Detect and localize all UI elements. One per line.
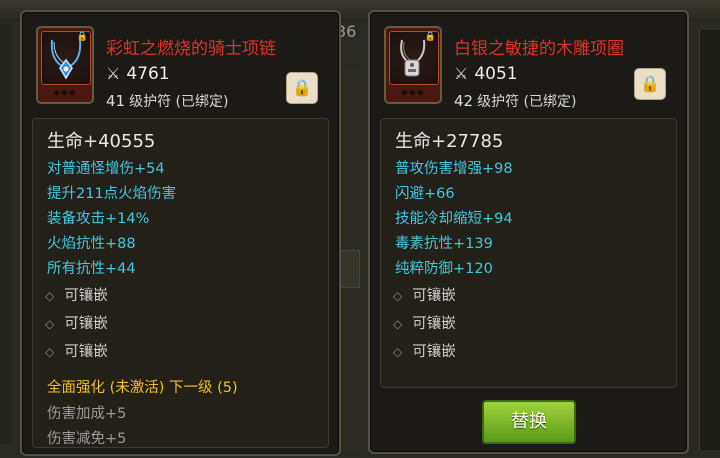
item-level: 42 级护符 (已绑定) xyxy=(454,91,576,111)
empty-socket-icon: ◇ xyxy=(393,345,403,359)
item-power: ⚔ 4051 xyxy=(454,64,518,84)
item-power: ⚔ 4761 xyxy=(106,64,170,84)
socket-label: 可镶嵌 xyxy=(64,344,108,360)
crossed-swords-icon: ⚔ xyxy=(454,64,469,83)
socket-label: 可镶嵌 xyxy=(412,344,456,360)
grade-diamonds: ◆◆◆ xyxy=(401,88,425,98)
attribute-line: 所有抗性+44 xyxy=(47,261,136,277)
stats-box: 生命+40555 对普通怪增伤+54 提升211点火焰伤害 装备攻击+14% 火… xyxy=(32,118,329,448)
lock-button[interactable]: 🔒 xyxy=(634,68,666,100)
empty-socket-icon: ◇ xyxy=(45,345,55,359)
item-name: 彩虹之燃烧的骑士项链 xyxy=(106,39,276,59)
hp-stat: 生命+40555 xyxy=(47,131,156,152)
background-middle-gap xyxy=(338,70,360,450)
socket-slot: ◇ 可镶嵌 xyxy=(393,340,456,361)
item-icon-frame: 🔒 ◆◆◆ xyxy=(384,26,442,104)
item-level: 41 级护符 (已绑定) xyxy=(106,91,228,111)
bound-lock-icon: 🔒 xyxy=(424,32,436,42)
attribute-line: 闪避+66 xyxy=(395,186,455,202)
attribute-line: 装备攻击+14% xyxy=(47,211,150,227)
item-tooltip-compare: 🔒 ◆◆◆ 白银之敏捷的木雕项圈 ⚔ 4051 42 级护符 (已绑定) 🔒 生命+… xyxy=(368,10,689,454)
background-slot xyxy=(340,250,360,288)
level-number: 41 xyxy=(106,92,126,110)
power-value: 4051 xyxy=(474,64,518,84)
padlock-icon: 🔒 xyxy=(292,78,312,97)
item-tooltip-equipped: 🔒 ◆◆◆ 彩虹之燃烧的骑士项链 ⚔ 4761 41 级护符 (已绑定) 🔒 生命+… xyxy=(20,10,341,456)
attribute-line: 普攻伤害增强+98 xyxy=(395,161,513,177)
attribute-line: 技能冷却缩短+94 xyxy=(395,211,513,227)
level-text: 级护符 (已绑定) xyxy=(129,94,229,110)
level-number: 42 xyxy=(454,92,474,110)
attribute-line: 对普通怪增伤+54 xyxy=(47,161,165,177)
bound-lock-icon: 🔒 xyxy=(76,32,88,42)
item-icon-frame: 🔒 ◆◆◆ xyxy=(36,26,94,104)
level-text: 级护符 (已绑定) xyxy=(477,94,577,110)
empty-socket-icon: ◇ xyxy=(393,289,403,303)
item-name: 白银之敏捷的木雕项圈 xyxy=(454,39,624,59)
socket-label: 可镶嵌 xyxy=(64,316,108,332)
attribute-line: 纯粹防御+120 xyxy=(395,261,493,277)
socket-slot: ◇ 可镶嵌 xyxy=(45,284,108,305)
background-left-edge xyxy=(0,24,12,444)
padlock-icon: 🔒 xyxy=(640,74,660,93)
empty-socket-icon: ◇ xyxy=(393,317,403,331)
empty-socket-icon: ◇ xyxy=(45,317,55,331)
empty-socket-icon: ◇ xyxy=(45,289,55,303)
power-value: 4761 xyxy=(126,64,170,84)
set-bonus-line: 伤害加成+5 xyxy=(47,406,127,422)
hp-stat: 生命+27785 xyxy=(395,131,504,152)
socket-slot: ◇ 可镶嵌 xyxy=(45,340,108,361)
stats-box: 生命+27785 普攻伤害增强+98 闪避+66 技能冷却缩短+94 毒素抗性+… xyxy=(380,118,677,388)
set-bonus-header: 全面强化 (未激活) 下一级 (5) xyxy=(47,380,238,396)
replace-button[interactable]: 替换 xyxy=(482,400,576,444)
background-right-edge xyxy=(699,30,720,450)
socket-slot: ◇ 可镶嵌 xyxy=(45,312,108,333)
attribute-line: 提升211点火焰伤害 xyxy=(47,186,177,202)
socket-slot: ◇ 可镶嵌 xyxy=(393,284,456,305)
socket-label: 可镶嵌 xyxy=(412,288,456,304)
socket-label: 可镶嵌 xyxy=(64,288,108,304)
attribute-line: 毒素抗性+139 xyxy=(395,236,493,252)
socket-label: 可镶嵌 xyxy=(412,316,456,332)
socket-slot: ◇ 可镶嵌 xyxy=(393,312,456,333)
lock-button[interactable]: 🔒 xyxy=(286,72,318,104)
grade-diamonds: ◆◆◆ xyxy=(53,88,77,98)
set-bonus-line: 伤害减免+5 xyxy=(47,431,127,447)
crossed-swords-icon: ⚔ xyxy=(106,64,121,83)
attribute-line: 火焰抗性+88 xyxy=(47,236,136,252)
